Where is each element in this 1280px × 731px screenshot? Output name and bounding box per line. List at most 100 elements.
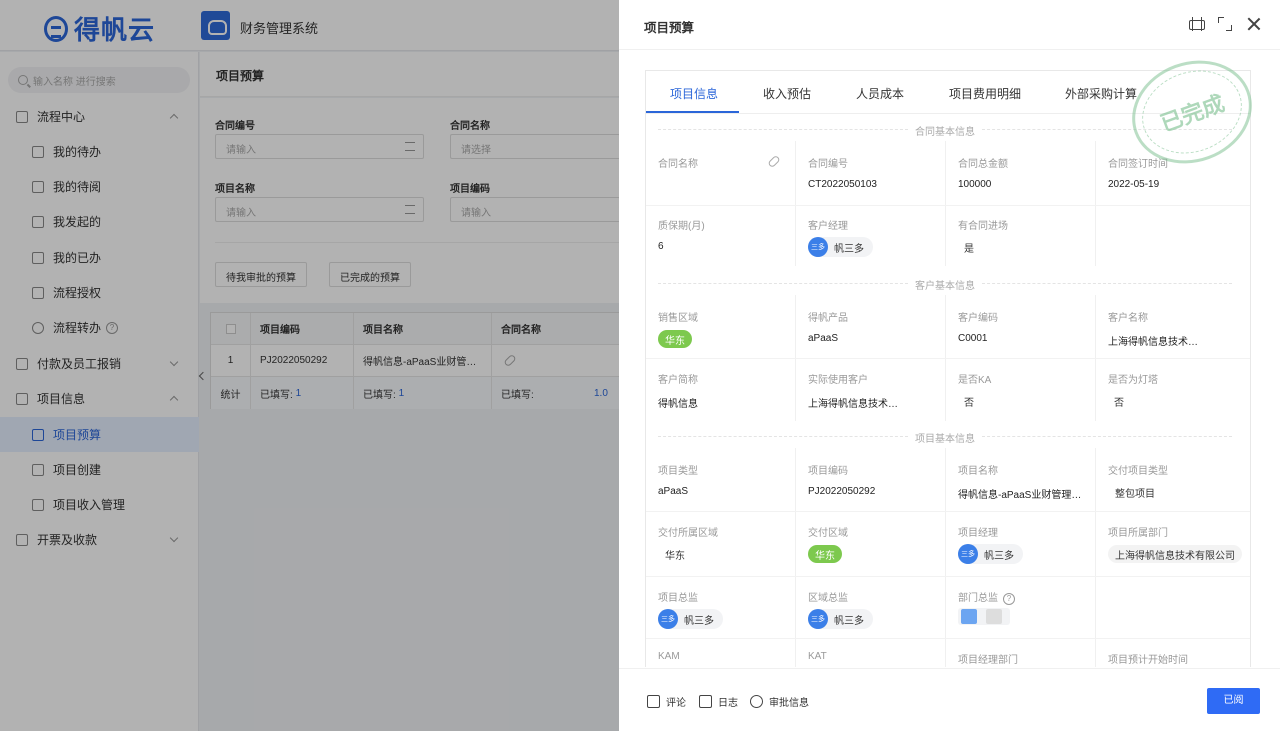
region-tag: 华东	[658, 330, 692, 348]
field-is-ka: 是否KA 否	[958, 371, 1108, 410]
field-label: 销售区域	[658, 313, 698, 324]
mark-read-button[interactable]: 已阅	[1207, 688, 1260, 714]
comment-icon	[647, 695, 660, 708]
user-tag[interactable]: 三多 帆三多	[658, 609, 723, 629]
field-label: 得帆产品	[808, 313, 848, 324]
comment-button[interactable]: 评论	[647, 694, 686, 709]
field-label: 客户简称	[658, 375, 698, 386]
field-contract-name: 合同名称	[658, 155, 808, 179]
field-product: 得帆产品 aPaaS	[808, 309, 958, 344]
help-icon[interactable]: ?	[1003, 593, 1015, 605]
drawer-header: 项目预算	[619, 0, 1280, 50]
dept-tag: 上海得帆信息技术有限公司	[1108, 545, 1242, 563]
tab-external-purchase[interactable]: 外部采购计算	[1065, 85, 1137, 102]
approval-icon	[750, 695, 763, 708]
divider	[646, 205, 1250, 206]
field-pm-dept: 项目经理部门	[958, 651, 1108, 666]
label-text: 部门总监	[958, 593, 998, 604]
field-label: 项目总监	[658, 593, 698, 604]
field-project-manager: 项目经理 三多 帆三多	[958, 524, 1108, 564]
drawer-footer: 评论 日志 审批信息 已阅	[619, 668, 1280, 731]
field-value: 100000	[958, 179, 992, 190]
field-project-code: 项目编码 PJ2022050292	[808, 462, 958, 497]
project-budget-drawer: 项目预算 项目信息 收入预估 人员成本 项目费用明细 外部采购计算 合同基本信息…	[619, 0, 1280, 731]
user-tag[interactable]: 三多 帆三多	[808, 237, 873, 257]
field-project-director: 项目总监三多 帆三多	[658, 589, 808, 629]
tab-staff-cost[interactable]: 人员成本	[856, 85, 904, 102]
field-value: C0001	[958, 333, 988, 344]
field-contract-no: 合同编号 CT2022050103	[808, 155, 958, 190]
approval-label: 审批信息	[769, 698, 809, 709]
field-sales-region: 销售区域 华东	[658, 309, 808, 348]
field-value: 是	[964, 243, 974, 255]
field-label: 合同名称	[658, 159, 698, 170]
section-project: 项目基本信息	[658, 430, 1232, 445]
field-project-dept: 项目所属部门 上海得帆信息技术有限公司	[1108, 524, 1248, 563]
field-value: 得帆信息	[658, 399, 698, 410]
field-label: 客户编码	[958, 313, 998, 324]
avatar: 三多	[808, 237, 828, 257]
approval-info-button[interactable]: 审批信息	[750, 694, 809, 709]
field-label: 项目经理	[958, 528, 998, 539]
user-tag[interactable]: 三多 帆三多	[958, 544, 1023, 564]
field-warranty: 质保期(月) 6	[658, 217, 808, 252]
field-start-time: 项目预计开始时间	[1108, 651, 1250, 666]
avatar: 三多	[958, 544, 978, 564]
field-label: 交付所属区域	[658, 528, 718, 539]
field-region-director: 区域总监 三多 帆三多	[808, 589, 958, 629]
region-tag: 华东	[808, 545, 842, 563]
field-value: 得帆信息-aPaaS业财管理…	[958, 490, 1082, 501]
avatar: 三多	[808, 609, 828, 629]
divider	[646, 638, 1250, 639]
field-label: 项目编码	[808, 466, 848, 477]
field-label: 是否为灯塔	[1108, 375, 1158, 386]
tab-project-info[interactable]: 项目信息	[670, 85, 718, 102]
field-dept-director: 部门总监?	[958, 589, 1108, 605]
field-label: 交付项目类型	[1108, 466, 1168, 477]
field-value: PJ2022050292	[808, 486, 876, 497]
tab-expense-detail[interactable]: 项目费用明细	[949, 85, 1021, 102]
detail-card: 项目信息 收入预估 人员成本 项目费用明细 外部采购计算 合同基本信息 合同名称…	[645, 70, 1251, 667]
field-label: 部门总监?	[958, 589, 1108, 605]
field-account-manager: 客户经理 三多 帆三多	[808, 217, 958, 257]
field-value: 上海得帆信息技术…	[1108, 337, 1198, 348]
user-name: 帆三多	[684, 615, 714, 627]
field-value: 否	[964, 397, 974, 409]
field-label: 合同编号	[808, 159, 848, 170]
log-label: 日志	[718, 698, 738, 709]
field-label: 客户名称	[1108, 313, 1148, 324]
fullscreen-icon[interactable]	[1218, 17, 1232, 31]
field-value: aPaaS	[808, 333, 839, 344]
log-icon	[699, 695, 712, 708]
user-tag[interactable]: 三多 帆三多	[808, 609, 873, 629]
field-customer-short: 客户简称 得帆信息	[658, 371, 808, 410]
field-is-lighthouse: 是否为灯塔否	[1108, 371, 1250, 410]
field-value: 华东	[665, 550, 685, 562]
field-label: 项目经理部门	[958, 655, 1018, 666]
tab-income-estimate[interactable]: 收入预估	[763, 85, 811, 102]
blurred-user-tag	[958, 608, 1010, 625]
field-value: 6	[658, 241, 664, 252]
field-kat: KAT	[808, 651, 958, 665]
field-label: KAM	[658, 651, 680, 662]
field-deliver-region: 交付区域 华东	[808, 524, 958, 563]
field-value: 整包项目	[1115, 488, 1155, 500]
field-label: 有合同进场	[958, 221, 1008, 232]
field-contract-amount: 合同总金额 100000	[958, 155, 1108, 190]
divider	[646, 358, 1250, 359]
field-contract-entry: 有合同进场是	[958, 217, 1108, 256]
close-icon[interactable]	[1247, 17, 1261, 31]
stamp-text: 已完成	[1157, 90, 1228, 137]
divider	[646, 576, 1250, 577]
field-value: aPaaS	[658, 486, 689, 497]
field-label: 项目名称	[958, 466, 998, 477]
log-button[interactable]: 日志	[699, 694, 738, 709]
field-label: 质保期(月)	[658, 221, 705, 232]
field-deliver-type: 交付项目类型 整包项目	[1108, 462, 1250, 501]
field-project-name: 项目名称得帆信息-aPaaS业财管理…	[958, 462, 1108, 501]
modal-overlay[interactable]	[0, 0, 619, 731]
print-icon[interactable]	[1189, 17, 1205, 31]
field-deliver-area: 交付所属区域华东	[658, 524, 808, 563]
avatar: 三多	[658, 609, 678, 629]
active-tab-indicator	[646, 111, 739, 113]
